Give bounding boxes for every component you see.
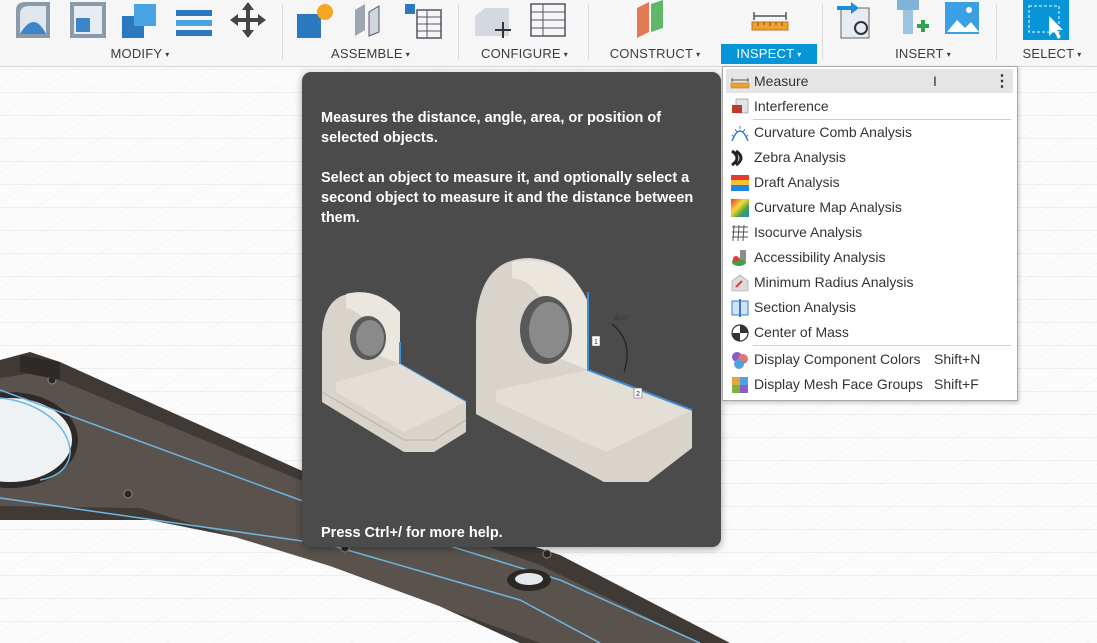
mesh-face-groups-icon xyxy=(732,377,748,393)
menu-item-mesh-face-groups[interactable]: Display Mesh Face Groups Shift+F xyxy=(726,372,1013,396)
small-bracket-illustration xyxy=(321,292,467,452)
move-copy-icon[interactable] xyxy=(226,0,270,40)
inspect-menu[interactable]: INSPECT ▾ xyxy=(721,44,817,64)
menu-item-component-colors[interactable]: Display Component Colors Shift+N xyxy=(726,347,1013,371)
component-colors-icon xyxy=(732,352,748,369)
insert-derive-icon[interactable] xyxy=(835,0,879,40)
marker-2-label: 2 xyxy=(636,391,640,398)
measure-icon[interactable] xyxy=(750,4,790,34)
scale-icon[interactable] xyxy=(172,0,216,40)
shell-icon[interactable] xyxy=(118,0,162,40)
menu-item-measure[interactable]: Measure I ⋮ xyxy=(726,69,1013,93)
menu-item-accessibility[interactable]: Accessibility Analysis xyxy=(726,245,1013,269)
fillet-icon[interactable] xyxy=(66,0,110,40)
new-component-icon[interactable] xyxy=(293,0,337,40)
construct-menu[interactable]: CONSTRUCT ▾ xyxy=(597,44,713,64)
ribbon-toolbar: MODIFY ▾ ASSEMBLE ▾ CONFIGURE ▾ CONSTRUC… xyxy=(0,0,1097,67)
curvature-map-icon xyxy=(731,199,749,217)
large-bracket-illustration: 1 2 90.0° xyxy=(476,258,693,482)
press-pull-icon[interactable] xyxy=(12,0,56,40)
configure-group: CONFIGURE ▾ xyxy=(459,0,587,66)
measure-ruler-icon xyxy=(730,78,750,89)
menu-item-draft[interactable]: Draft Analysis xyxy=(726,170,1013,194)
tooltip-instructions: Select an object to measure it, and opti… xyxy=(321,170,694,226)
menu-item-curvature-comb[interactable]: Curvature Comb Analysis xyxy=(726,120,1013,144)
accessibility-icon xyxy=(732,250,746,266)
select-group: SELECT ▾ xyxy=(997,0,1097,66)
assemble-menu[interactable]: ASSEMBLE ▾ xyxy=(303,44,438,64)
measure-illustration: 1 2 90.0° xyxy=(321,258,693,482)
configure-icon[interactable] xyxy=(471,0,515,40)
tooltip-description: Measures the distance, angle, area, or p… xyxy=(321,110,662,146)
configure-menu[interactable]: CONFIGURE ▾ xyxy=(467,44,582,64)
curvature-comb-icon xyxy=(731,126,749,142)
center-of-mass-icon xyxy=(731,324,749,342)
menu-item-curvature-map[interactable]: Curvature Map Analysis xyxy=(726,195,1013,219)
inspect-group: INSPECT ▾ xyxy=(720,0,820,66)
tooltip-help-hint: Press Ctrl+/ for more help. xyxy=(321,525,503,541)
joint-icon[interactable] xyxy=(347,0,391,40)
draft-analysis-icon xyxy=(731,175,749,191)
angle-label: 90.0° xyxy=(614,316,629,322)
interference-icon xyxy=(732,98,749,114)
inspect-dropdown: Measure I ⋮ Interference Curvature Comb … xyxy=(722,66,1018,401)
select-icon[interactable] xyxy=(1021,0,1069,42)
assemble-group: ASSEMBLE ▾ xyxy=(283,0,458,66)
menu-item-center-of-mass[interactable]: Center of Mass xyxy=(726,320,1013,344)
modify-menu[interactable]: MODIFY ▾ xyxy=(60,44,220,64)
construct-group: CONSTRUCT ▾ xyxy=(589,0,717,66)
section-analysis-icon xyxy=(731,299,749,317)
minimum-radius-icon xyxy=(731,274,749,292)
marker-1-label: 1 xyxy=(594,339,598,346)
isocurve-icon xyxy=(732,224,748,242)
zebra-icon xyxy=(731,149,749,167)
insert-group: INSERT ▾ xyxy=(823,0,995,66)
menu-item-minimum-radius[interactable]: Minimum Radius Analysis xyxy=(726,270,1013,294)
configuration-table-icon[interactable] xyxy=(527,0,571,40)
menu-item-interference[interactable]: Interference xyxy=(726,94,1013,118)
menu-item-zebra[interactable]: Zebra Analysis xyxy=(726,145,1013,169)
insert-canvas-icon[interactable] xyxy=(941,0,985,40)
select-menu[interactable]: SELECT ▾ xyxy=(1007,44,1097,64)
measure-tooltip: Measures the distance, angle, area, or p… xyxy=(302,72,721,547)
menu-item-isocurve[interactable]: Isocurve Analysis xyxy=(726,220,1013,244)
more-options-icon[interactable]: ⋮ xyxy=(994,71,1010,91)
offset-plane-icon[interactable] xyxy=(629,0,673,40)
modify-group: MODIFY ▾ xyxy=(0,0,282,66)
joint-table-icon[interactable] xyxy=(401,0,445,40)
insert-menu[interactable]: INSERT ▾ xyxy=(863,44,983,64)
menu-item-section[interactable]: Section Analysis xyxy=(726,295,1013,319)
insert-mcmaster-icon[interactable] xyxy=(889,0,933,40)
